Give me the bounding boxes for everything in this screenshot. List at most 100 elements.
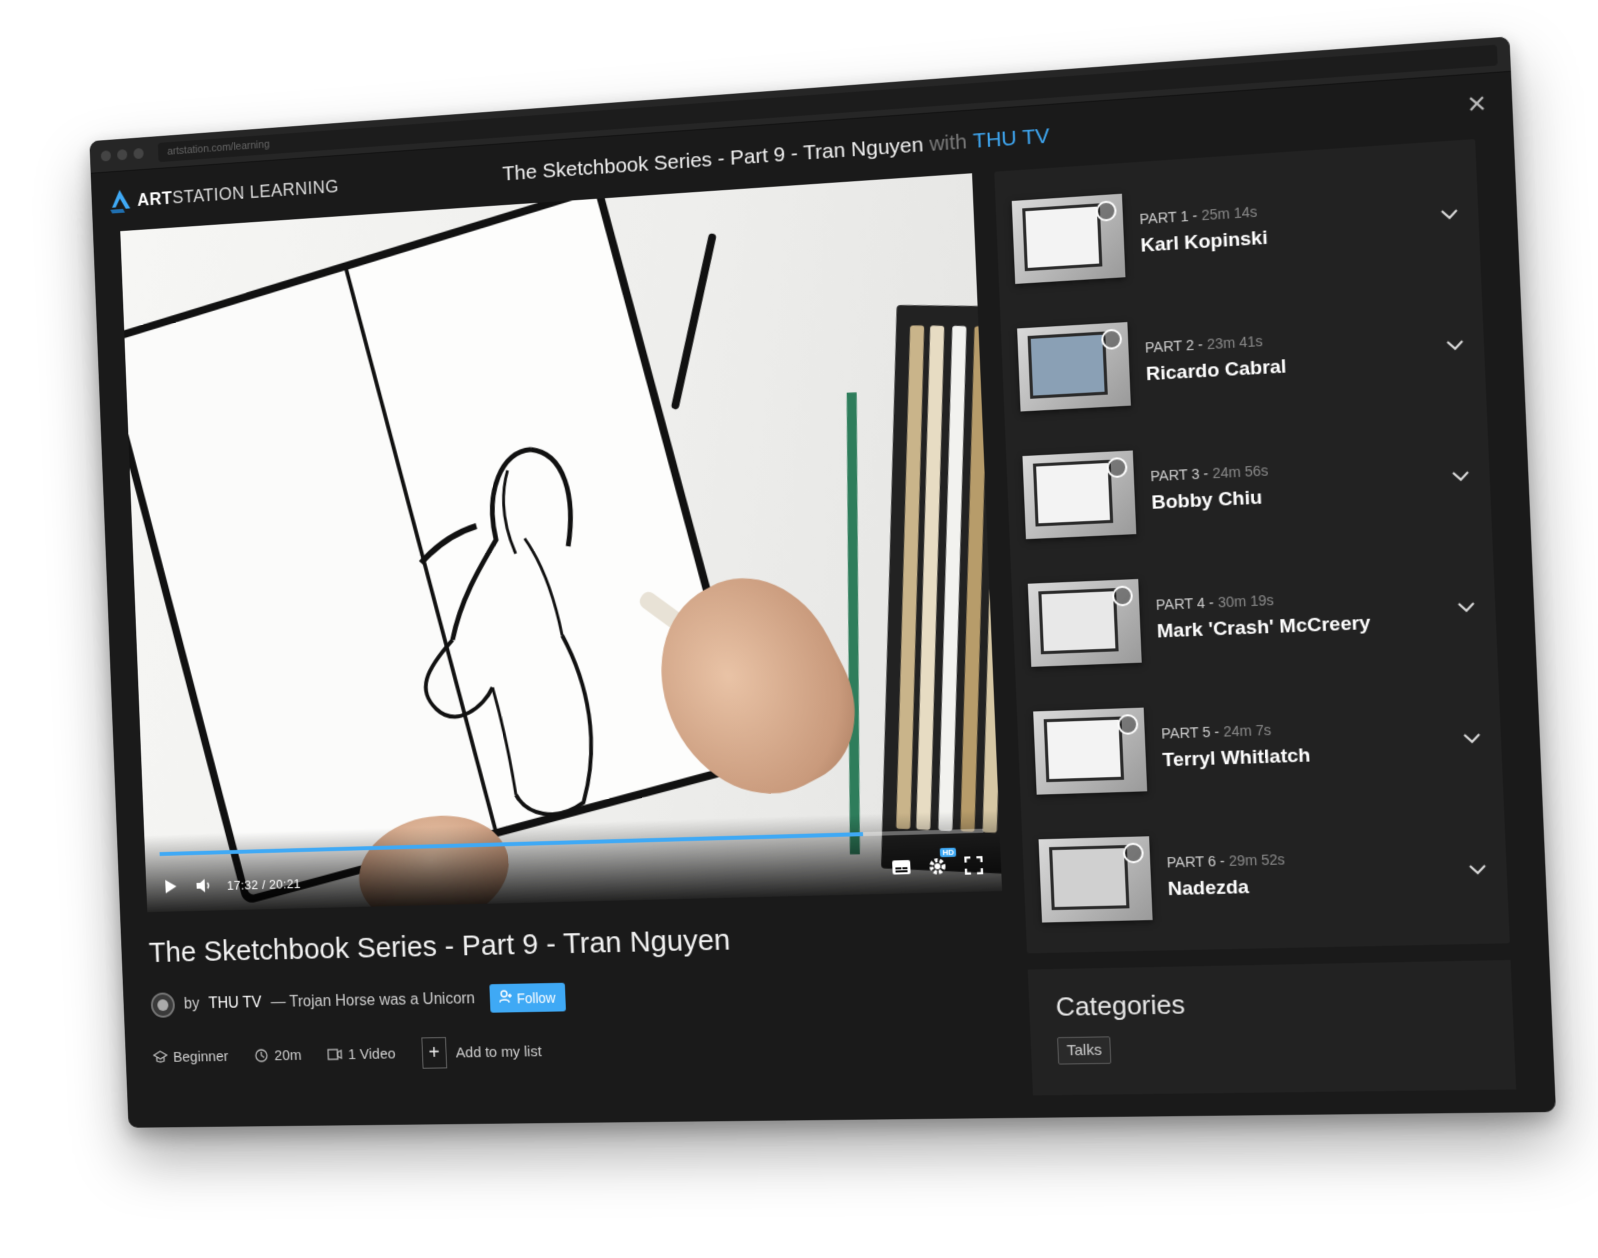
thu-badge-icon	[1101, 329, 1122, 351]
level-meta: Beginner	[153, 1048, 229, 1066]
categories-panel: Categories Talks	[1028, 960, 1516, 1095]
channel-subtitle: — Trojan Horse was a Unicorn	[270, 990, 475, 1011]
playlist-item[interactable]: PART 6 - 29m 52s Nadezda	[1021, 803, 1509, 945]
part-artist-name: Nadezda	[1167, 871, 1466, 901]
video-count-label: 1 Video	[348, 1045, 396, 1062]
current-time: 17:32	[227, 877, 259, 892]
header-channel-link[interactable]: THU TV	[973, 124, 1050, 154]
length-label: 20m	[274, 1047, 302, 1064]
part-duration: 30m 19s	[1218, 592, 1275, 611]
part-label: PART 5 -	[1161, 723, 1220, 741]
window-close-dot[interactable]	[101, 150, 111, 161]
chevron-down-icon[interactable]	[1443, 333, 1467, 357]
thu-badge-icon	[1123, 843, 1144, 864]
playlist-item-text: PART 4 - 30m 19s Mark 'Crash' McCreery	[1155, 584, 1455, 644]
follow-label: Follow	[517, 989, 556, 1005]
part-label: PART 4 -	[1155, 594, 1214, 613]
playlist: PART 1 - 25m 14s Karl Kopinski PART 2 - …	[994, 139, 1510, 953]
close-icon[interactable]: ×	[1460, 88, 1493, 121]
playlist-thumbnail	[1022, 450, 1136, 539]
artstation-logo[interactable]: ARTSTATION LEARNING	[110, 174, 340, 213]
time-separator: /	[262, 877, 266, 892]
playlist-item-text: PART 1 - 25m 14s Karl Kopinski	[1139, 192, 1439, 258]
add-to-list-label: Add to my list	[456, 1043, 542, 1061]
playlist-thumbnail	[1012, 194, 1126, 284]
by-label: by	[184, 995, 200, 1013]
playlist-thumbnail	[1028, 579, 1142, 667]
chevron-down-icon[interactable]	[1454, 596, 1479, 620]
thu-badge-icon	[1096, 200, 1117, 222]
byline: by THU TV — Trojan Horse was a Unicorn F…	[150, 974, 1006, 1019]
sidebar: PART 1 - 25m 14s Karl Kopinski PART 2 - …	[972, 136, 1556, 1118]
main-content: 17:32 / 20:21 HD The Sketchbook Series -…	[93, 136, 1556, 1127]
chevron-down-icon[interactable]	[1448, 465, 1473, 489]
playlist-item-text: PART 5 - 24m 7s Terryl Whitlatch	[1161, 715, 1461, 772]
part-duration: 25m 14s	[1201, 203, 1258, 223]
video-count-meta: 1 Video	[327, 1045, 396, 1063]
playlist-item-text: PART 3 - 24m 56s Bobby Chiu	[1150, 453, 1450, 515]
chevron-down-icon[interactable]	[1437, 203, 1461, 227]
part-label: PART 2 -	[1145, 336, 1204, 356]
add-user-icon	[499, 990, 513, 1007]
subtitles-icon[interactable]	[890, 856, 913, 879]
category-tag[interactable]: Talks	[1057, 1036, 1112, 1064]
video-sketch	[388, 424, 653, 847]
playlist-item-text: PART 2 - 23m 41s Ricardo Cabral	[1145, 322, 1445, 386]
part-artist-name: Bobby Chiu	[1151, 478, 1450, 515]
follow-button[interactable]: Follow	[490, 983, 566, 1013]
volume-icon[interactable]	[193, 875, 214, 897]
categories-title: Categories	[1055, 983, 1485, 1022]
hd-badge: HD	[940, 848, 956, 858]
thu-badge-icon	[1117, 714, 1138, 735]
part-duration: 24m 7s	[1223, 722, 1272, 740]
window-controls	[101, 148, 144, 162]
playlist-thumbnail	[1039, 836, 1153, 922]
logo-text-rest: STATION LEARNING	[172, 176, 339, 207]
app-window: artstation.com/learning ARTSTATION LEARN…	[89, 36, 1556, 1127]
add-to-list-button[interactable]: + Add to my list	[421, 1035, 542, 1068]
fullscreen-icon[interactable]	[962, 854, 985, 877]
video-player[interactable]: 17:32 / 20:21 HD	[120, 173, 1002, 912]
course-meta: Beginner 20m 1 Video + Add to my list	[152, 1028, 1009, 1073]
settings-gear-icon[interactable]: HD	[926, 855, 949, 878]
playlist-thumbnail	[1017, 322, 1131, 411]
playlist-item[interactable]: PART 5 - 24m 7s Terryl Whitlatch	[1016, 672, 1504, 817]
clock-icon	[254, 1048, 269, 1064]
part-artist-name: Terryl Whitlatch	[1162, 740, 1461, 772]
part-duration: 29m 52s	[1228, 851, 1285, 869]
logo-text-bold: ART	[137, 188, 173, 210]
channel-link[interactable]: THU TV	[208, 994, 262, 1012]
playlist-item[interactable]: PART 4 - 30m 19s Mark 'Crash' McCreery	[1011, 541, 1498, 690]
part-label: PART 3 -	[1150, 465, 1209, 484]
progress-fill	[160, 832, 863, 856]
plus-icon: +	[421, 1037, 447, 1069]
part-duration: 23m 41s	[1207, 333, 1264, 353]
stage: artstation.com/learning ARTSTATION LEARN…	[0, 0, 1598, 1258]
header-course-title: The Sketchbook Series - Part 9 - Tran Ng…	[502, 133, 924, 186]
total-time: 20:21	[269, 876, 301, 891]
chevron-down-icon[interactable]	[1465, 858, 1490, 882]
level-label: Beginner	[173, 1048, 229, 1065]
thu-badge-icon	[1106, 457, 1127, 478]
progress-bar[interactable]	[160, 829, 984, 856]
logo-text: ARTSTATION LEARNING	[137, 176, 339, 210]
playlist-item[interactable]: PART 2 - 23m 41s Ricardo Cabral	[1000, 278, 1487, 434]
chevron-down-icon[interactable]	[1460, 727, 1485, 751]
header-with-label: with	[929, 130, 968, 157]
part-duration: 24m 56s	[1212, 462, 1269, 481]
playlist-item[interactable]: PART 3 - 24m 56s Bobby Chiu	[1005, 410, 1492, 563]
play-icon[interactable]	[160, 876, 181, 898]
player-column: 17:32 / 20:21 HD The Sketchbook Series -…	[93, 173, 1012, 1127]
part-label: PART 6 -	[1166, 853, 1225, 871]
part-label: PART 1 -	[1139, 207, 1198, 227]
playlist-thumbnail	[1033, 708, 1147, 795]
category-tags: Talks	[1057, 1030, 1487, 1064]
window-maximize-dot[interactable]	[133, 148, 143, 159]
window-minimize-dot[interactable]	[117, 149, 127, 160]
controls-row: 17:32 / 20:21 HD	[160, 853, 985, 898]
graduation-cap-icon	[153, 1049, 168, 1065]
part-artist-name: Mark 'Crash' McCreery	[1157, 609, 1456, 644]
channel-avatar[interactable]	[151, 992, 176, 1017]
video-camera-icon	[327, 1047, 343, 1063]
time-display: 17:32 / 20:21	[227, 876, 301, 892]
